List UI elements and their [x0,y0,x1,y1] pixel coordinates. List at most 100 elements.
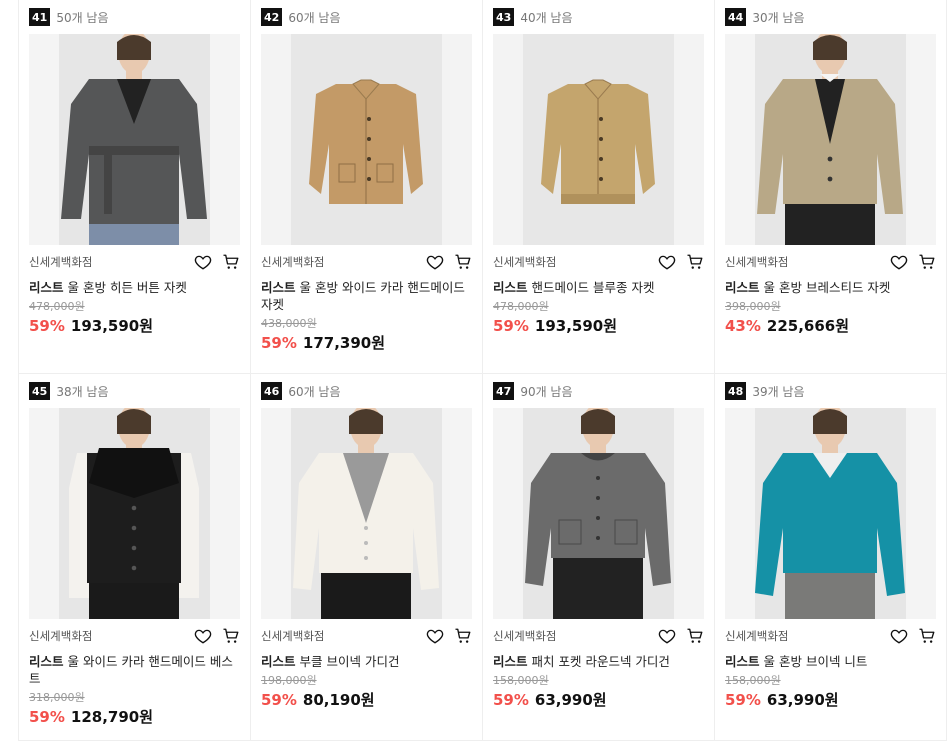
store-name: 신세계백화점 [29,629,93,643]
brand-name: 리스트 [261,654,296,669]
rank-row: 44 30개 남음 [725,0,936,34]
cart-icon[interactable] [686,627,704,645]
heart-icon[interactable] [194,253,212,271]
product-card[interactable]: 43 40개 남음 신세계백화점 리스트 핸드메이드 블루종 자켓 478,00… [483,0,715,374]
product-image[interactable] [493,34,704,245]
action-icons [426,627,472,645]
rank-row: 41 50개 남음 [29,0,240,34]
stock-remaining: 39개 남음 [752,384,805,399]
sale-price: 177,390원 [302,334,386,352]
cart-icon[interactable] [918,627,936,645]
price-row: 59% 128,790원 [29,706,240,727]
meta-row: 신세계백화점 [725,245,936,279]
product-card[interactable]: 45 38개 남음 신세계백화점 리스트 울 와이드 카라 핸드메이드 베스트 … [19,374,251,741]
heart-icon[interactable] [426,253,444,271]
sale-price: 193,590원 [70,317,154,335]
heart-icon[interactable] [658,627,676,645]
action-icons [890,627,936,645]
brand-name: 리스트 [725,654,760,669]
sale-price: 80,190원 [302,691,375,709]
heart-icon[interactable] [194,627,212,645]
discount-rate: 59% [261,691,297,709]
product-image[interactable] [29,408,240,619]
discount-rate: 59% [725,691,761,709]
product-title[interactable]: 리스트 패치 포켓 라운드넥 가디건 [493,653,704,670]
heart-icon[interactable] [890,627,908,645]
cart-icon[interactable] [918,253,936,271]
product-title[interactable]: 리스트 울 혼방 히든 버튼 자켓 [29,279,240,296]
brand-name: 리스트 [725,280,760,295]
action-icons [194,253,240,271]
rank-badge: 41 [29,8,51,26]
product-title[interactable]: 리스트 울 혼방 브이넥 니트 [725,653,936,670]
meta-row: 신세계백화점 [725,619,936,653]
stock-remaining: 60개 남음 [288,384,341,399]
cart-icon[interactable] [222,627,240,645]
product-image[interactable] [261,408,472,619]
rank-badge: 43 [493,8,515,26]
rank-badge: 44 [725,8,747,26]
meta-row: 신세계백화점 [29,245,240,279]
heart-icon[interactable] [890,253,908,271]
price-row: 59% 193,590원 [493,315,704,336]
product-card[interactable]: 47 90개 남음 신세계백화점 리스트 패치 포켓 라운드넥 가디건 158,… [483,374,715,741]
product-title[interactable]: 리스트 울 혼방 브레스티드 자켓 [725,279,936,296]
original-price: 398,000원 [725,300,781,313]
product-image[interactable] [725,408,936,619]
action-icons [194,627,240,645]
rank-row: 47 90개 남음 [493,374,704,408]
original-price: 198,000원 [261,674,317,687]
brand-name: 리스트 [29,280,64,295]
product-title[interactable]: 리스트 핸드메이드 블루종 자켓 [493,279,704,296]
store-name: 신세계백화점 [29,255,93,269]
store-name: 신세계백화점 [261,255,325,269]
original-price: 478,000원 [493,300,549,313]
original-price: 158,000원 [725,674,781,687]
cart-icon[interactable] [222,253,240,271]
product-card[interactable]: 44 30개 남음 신세계백화점 리스트 울 혼방 브레스티드 자켓 398,0… [715,0,947,374]
action-icons [890,253,936,271]
brand-name: 리스트 [29,654,64,669]
cart-icon[interactable] [686,253,704,271]
rank-badge: 45 [29,382,51,400]
product-name: 패치 포켓 라운드넥 가디건 [531,654,670,669]
heart-icon[interactable] [426,627,444,645]
rank-badge: 48 [725,382,747,400]
cart-icon[interactable] [454,253,472,271]
discount-rate: 59% [261,334,297,352]
rank-row: 42 60개 남음 [261,0,472,34]
product-card[interactable]: 48 39개 남음 신세계백화점 리스트 울 혼방 브이넥 니트 158,000… [715,374,947,741]
action-icons [658,627,704,645]
product-grid: 41 50개 남음 신세계백화점 리스트 울 혼방 히든 버튼 자켓 478,0… [18,0,948,741]
product-card[interactable]: 42 60개 남음 신세계백화점 리스트 울 혼방 와이드 카라 핸드메이드 자… [251,0,483,374]
product-image[interactable] [261,34,472,245]
cart-icon[interactable] [454,627,472,645]
product-title[interactable]: 리스트 울 와이드 카라 핸드메이드 베스트 [29,653,240,687]
discount-rate: 59% [493,317,529,335]
rank-row: 43 40개 남음 [493,0,704,34]
sale-price: 63,990원 [534,691,607,709]
original-price: 158,000원 [493,674,549,687]
action-icons [658,253,704,271]
product-title[interactable]: 리스트 울 혼방 와이드 카라 핸드메이드 자켓 [261,279,472,313]
price-row: 43% 225,666원 [725,315,936,336]
brand-name: 리스트 [261,280,296,295]
product-card[interactable]: 46 60개 남음 신세계백화점 리스트 부클 브이넥 가디건 198,000원… [251,374,483,741]
discount-rate: 59% [29,317,65,335]
stock-remaining: 30개 남음 [752,10,805,25]
stock-remaining: 60개 남음 [288,10,341,25]
store-name: 신세계백화점 [261,629,325,643]
product-title[interactable]: 리스트 부클 브이넥 가디건 [261,653,472,670]
product-image[interactable] [493,408,704,619]
product-image[interactable] [725,34,936,245]
rank-row: 45 38개 남음 [29,374,240,408]
price-row: 59% 193,590원 [29,315,240,336]
price-row: 59% 80,190원 [261,689,472,710]
price-row: 59% 63,990원 [725,689,936,710]
sale-price: 193,590원 [534,317,618,335]
heart-icon[interactable] [658,253,676,271]
stock-remaining: 50개 남음 [56,10,109,25]
meta-row: 신세계백화점 [261,245,472,279]
product-image[interactable] [29,34,240,245]
product-card[interactable]: 41 50개 남음 신세계백화점 리스트 울 혼방 히든 버튼 자켓 478,0… [19,0,251,374]
